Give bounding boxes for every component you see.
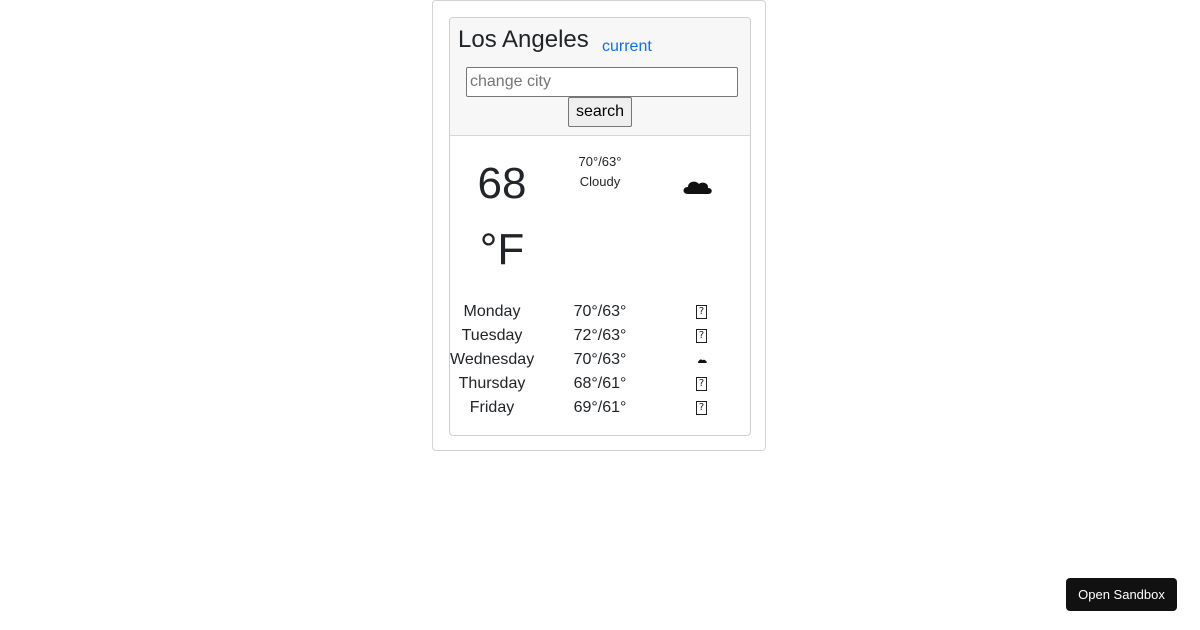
city-name: Los Angeles — [458, 26, 589, 53]
change-city-input[interactable] — [466, 67, 738, 97]
forecast-day: Monday — [463, 303, 521, 320]
forecast-list: Monday 70°/63° ? Tuesday 72°/63° ? Wedne… — [450, 300, 750, 420]
forecast-temps: 72°/63° — [573, 327, 627, 344]
search-button[interactable]: search — [568, 97, 632, 127]
current-temperature: 68 — [477, 159, 527, 208]
today-condition: Cloudy — [579, 174, 621, 189]
current-location-link[interactable]: current — [602, 37, 652, 57]
today-high-low: 70°/63° — [578, 154, 622, 169]
forecast-temps: 70°/63° — [573, 351, 627, 368]
missing-glyph-icon: ? — [696, 377, 710, 391]
forecast-day: Thursday — [458, 375, 526, 392]
forecast-day: Friday — [469, 399, 515, 416]
forecast-temps: 70°/63° — [573, 303, 627, 320]
cloud-icon — [697, 359, 707, 363]
cloud-icon — [683, 181, 712, 194]
forecast-row: Monday 70°/63° ? — [450, 300, 750, 324]
card-header: Los Angeles current search — [450, 18, 750, 136]
forecast-row: Tuesday 72°/63° ? — [450, 324, 750, 348]
forecast-row: Friday 69°/61° ? — [450, 396, 750, 420]
missing-glyph-icon: ? — [696, 329, 710, 343]
missing-glyph-icon: ? — [696, 401, 710, 415]
missing-glyph-icon: ? — [696, 305, 710, 319]
forecast-temps: 69°/61° — [573, 399, 627, 416]
open-sandbox-button[interactable]: Open Sandbox — [1066, 578, 1177, 611]
forecast-row: Thursday 68°/61° ? — [450, 372, 750, 396]
app-container: Los Angeles current search 68 °F 70°/63°… — [432, 0, 766, 451]
forecast-temps: 68°/61° — [573, 375, 627, 392]
forecast-row: Wednesday 70°/63° — [450, 348, 750, 372]
temperature-unit: °F — [479, 225, 525, 274]
forecast-day: Tuesday — [461, 327, 523, 344]
weather-card: Los Angeles current search 68 °F 70°/63°… — [449, 17, 751, 436]
forecast-day: Wednesday — [450, 351, 535, 368]
